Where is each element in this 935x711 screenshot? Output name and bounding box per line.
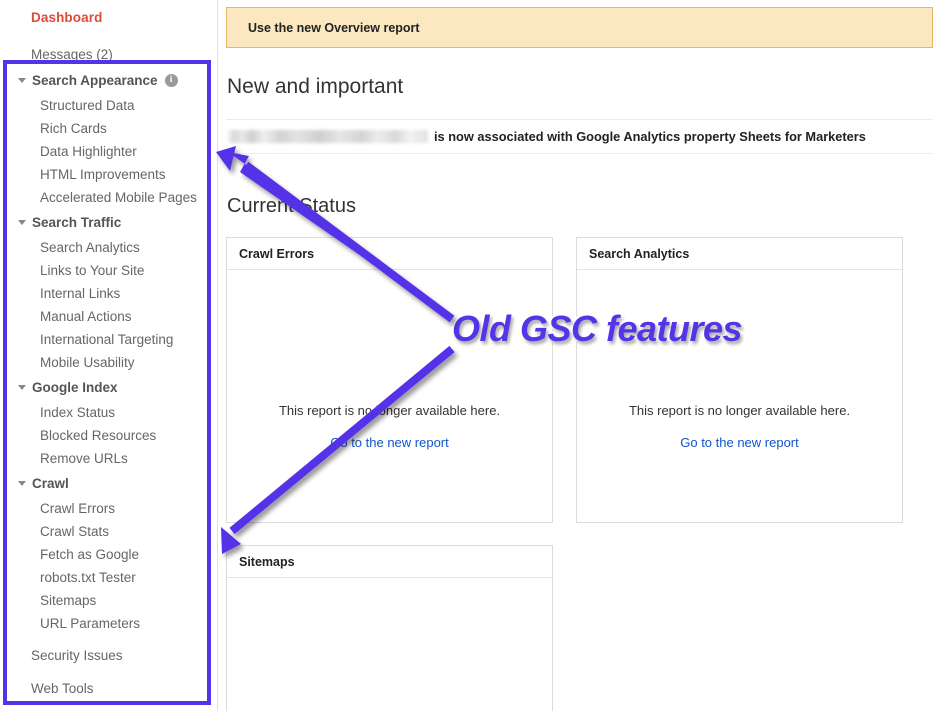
sidebar-item-web-tools[interactable]: Web Tools	[0, 677, 217, 701]
card-empty-message: This report is no longer available here.	[628, 403, 851, 418]
card-search-analytics: Search Analytics This report is no longe…	[576, 237, 903, 523]
sidebar-item-crawl-errors[interactable]: Crawl Errors	[0, 497, 217, 520]
card-title: Search Analytics	[577, 238, 902, 270]
card-title: Sitemaps	[227, 546, 552, 578]
sidebar-item-url-parameters[interactable]: URL Parameters	[0, 612, 217, 635]
banner-label: Use the new Overview report	[248, 20, 420, 35]
caret-down-icon	[18, 481, 26, 486]
annotation-label: Old GSC features	[450, 306, 745, 352]
sidebar-item-international-targeting[interactable]: International Targeting	[0, 328, 217, 351]
sidebar: Dashboard Messages (2) Search Appearance…	[0, 0, 218, 711]
main-content: Use the new Overview report New and impo…	[218, 0, 935, 711]
sidebar-group-header-search-traffic[interactable]: Search Traffic	[0, 209, 217, 236]
card-new-report-link[interactable]: Go to the new report	[330, 434, 449, 452]
card-empty-message: This report is no longer available here.	[278, 403, 501, 418]
sidebar-group-header-crawl[interactable]: Crawl	[0, 470, 217, 497]
sidebar-group-label: Search Traffic	[32, 215, 122, 230]
sidebar-group-search-traffic: Search Traffic Search Analytics Links to…	[0, 209, 217, 374]
sidebar-item-mobile-usability[interactable]: Mobile Usability	[0, 351, 217, 374]
sidebar-group-label: Google Index	[32, 380, 118, 395]
info-icon[interactable]: i	[164, 74, 178, 87]
sidebar-group-header-google-index[interactable]: Google Index	[0, 374, 217, 401]
sidebar-item-dashboard[interactable]: Dashboard	[0, 6, 217, 30]
new-and-important-title: New and important	[227, 75, 404, 98]
sidebar-item-data-highlighter[interactable]: Data Highlighter	[0, 140, 217, 163]
sidebar-item-index-status[interactable]: Index Status	[0, 401, 217, 424]
card-body: This report is no longer available here.…	[227, 578, 552, 711]
redacted-site-url	[228, 130, 428, 143]
sidebar-item-fetch-as-google[interactable]: Fetch as Google	[0, 543, 217, 566]
sidebar-item-internal-links[interactable]: Internal Links	[0, 282, 217, 305]
sidebar-item-blocked-resources[interactable]: Blocked Resources	[0, 424, 217, 447]
sidebar-item-rich-cards[interactable]: Rich Cards	[0, 117, 217, 140]
overview-report-banner[interactable]: Use the new Overview report	[226, 7, 933, 48]
sidebar-item-html-improvements[interactable]: HTML Improvements	[0, 163, 217, 186]
sidebar-item-accelerated-mobile-pages[interactable]: Accelerated Mobile Pages	[0, 186, 217, 209]
card-title: Crawl Errors	[227, 238, 552, 270]
sidebar-item-structured-data[interactable]: Structured Data	[0, 94, 217, 117]
sidebar-item-sitemaps[interactable]: Sitemaps	[0, 589, 217, 612]
sidebar-item-messages[interactable]: Messages (2)	[0, 43, 217, 67]
sidebar-group-google-index: Google Index Index Status Blocked Resour…	[0, 374, 217, 470]
sidebar-item-search-analytics[interactable]: Search Analytics	[0, 236, 217, 259]
card-sitemaps: Sitemaps This report is no longer availa…	[226, 545, 553, 711]
card-crawl-errors: Crawl Errors This report is no longer av…	[226, 237, 553, 523]
sidebar-group-header-search-appearance[interactable]: Search Appearance i	[0, 67, 217, 94]
sidebar-group-label: Crawl	[32, 476, 69, 491]
sidebar-nav: Dashboard Messages (2) Search Appearance…	[0, 0, 217, 701]
card-new-report-link[interactable]: Go to the new report	[680, 434, 799, 452]
sidebar-item-robots-txt-tester[interactable]: robots.txt Tester	[0, 566, 217, 589]
sidebar-item-links-to-your-site[interactable]: Links to Your Site	[0, 259, 217, 282]
caret-down-icon	[18, 385, 26, 390]
caret-down-icon	[18, 220, 26, 225]
news-item-text: is now associated with Google Analytics …	[434, 129, 866, 144]
sidebar-item-manual-actions[interactable]: Manual Actions	[0, 305, 217, 328]
sidebar-group-crawl: Crawl Crawl Errors Crawl Stats Fetch as …	[0, 470, 217, 635]
sidebar-group-label: Search Appearance	[32, 73, 158, 88]
news-item-row[interactable]: is now associated with Google Analytics …	[226, 119, 933, 154]
caret-down-icon	[18, 78, 26, 83]
search-console-dashboard: Dashboard Messages (2) Search Appearance…	[0, 0, 935, 711]
sidebar-item-remove-urls[interactable]: Remove URLs	[0, 447, 217, 470]
sidebar-item-security-issues[interactable]: Security Issues	[0, 644, 217, 668]
sidebar-group-search-appearance: Search Appearance i Structured Data Rich…	[0, 67, 217, 209]
current-status-title: Current Status	[227, 195, 356, 217]
sidebar-item-crawl-stats[interactable]: Crawl Stats	[0, 520, 217, 543]
